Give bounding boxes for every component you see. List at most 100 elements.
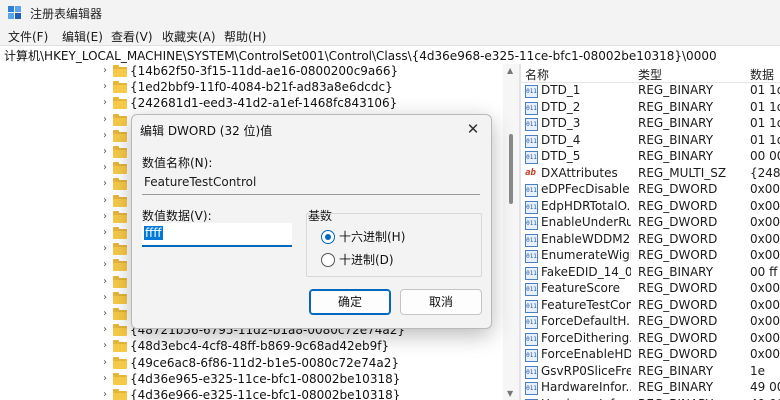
ok-button[interactable]: 确定 — [309, 289, 391, 315]
tree-item-label[interactable]: {49ce6ac8-6f86-11d2-b1e5-0080c72e74a2} — [130, 356, 399, 370]
address-path[interactable]: 计算机\HKEY_LOCAL_MACHINE\SYSTEM\ControlSet… — [4, 47, 717, 64]
cancel-button[interactable]: 取消 — [400, 289, 482, 315]
value-row[interactable]: 011HardwareInfor...REG_BINARY49 00 — [521, 397, 780, 400]
tree-item-label[interactable]: {242681d1-eed3-41d2-a1ef-1468fc843106} — [130, 96, 397, 110]
menu-help[interactable]: 帮助(H) — [224, 28, 266, 45]
value-name: ForceDithering... — [541, 330, 631, 345]
edit-dword-dialog: 编辑 DWORD (32 位)值 ✕ 数值名称(N): FeatureTestC… — [131, 114, 492, 329]
folder-icon — [113, 308, 127, 320]
scroll-up-arrow-icon[interactable]: ▲ — [507, 66, 513, 75]
tree-item[interactable]: › {4d36e965-e325-11ce-bfc1-08002be10318} — [0, 372, 519, 388]
chevron-right-icon[interactable]: › — [103, 259, 107, 270]
value-name: EdpHDRTotalO... — [541, 198, 631, 213]
value-row[interactable]: 011ForceDithering... REG_DWORD 0x000 — [521, 331, 780, 347]
value-data-input[interactable]: ffff — [142, 223, 292, 247]
value-row[interactable]: 011DTD_5 REG_BINARY 00 00 — [521, 149, 780, 165]
value-row[interactable]: 011ForceEnableHD... REG_DWORD 0x000 — [521, 347, 780, 363]
value-data-label: 数值数据(V): — [142, 209, 212, 223]
chevron-right-icon[interactable]: › — [103, 373, 107, 384]
value-data-text[interactable]: ffff — [144, 226, 163, 240]
scroll-down-arrow-icon[interactable]: ▼ — [507, 389, 513, 398]
folder-icon — [113, 340, 127, 353]
tree-item[interactable]: › {1ed2bbf9-11f0-4084-b21f-ad83a8e6dcdc} — [0, 80, 519, 96]
value-row[interactable]: 011DTD_4 REG_BINARY 01 1d — [521, 133, 780, 149]
value-row[interactable]: 011HardwareInfor...REG_BINARY49 00 — [521, 380, 780, 396]
value-row[interactable]: 011ForceDefaultH... REG_DWORD 0x000 — [521, 314, 780, 330]
value-name: EnableWDDM21 — [541, 231, 631, 246]
value-row[interactable]: 011eDPFecDisable REG_DWORD 0x000 — [521, 182, 780, 198]
value-row[interactable]: ab DXAttributes REG_MULTI_SZ {248E — [521, 166, 780, 182]
address-bar[interactable]: 计算机\HKEY_LOCAL_MACHINE\SYSTEM\ControlSet… — [0, 45, 780, 65]
value-row[interactable]: 011GsvRP0SliceFre... REG_BINARY 1e — [521, 364, 780, 380]
scrollbar-thumb[interactable] — [509, 134, 513, 204]
folder-icon — [113, 210, 127, 223]
tree-item-label[interactable]: {4d36e966-e325-11ce-bfc1-08002be10318} — [130, 388, 400, 400]
close-icon[interactable]: ✕ — [462, 119, 484, 139]
tree-item-label[interactable]: {4d36e965-e325-11ce-bfc1-08002be10318} — [130, 372, 400, 386]
chevron-right-icon[interactable]: › — [103, 357, 107, 368]
column-data[interactable]: 数据 — [750, 66, 774, 83]
folder-icon — [113, 194, 127, 207]
chevron-right-icon[interactable]: › — [103, 146, 107, 157]
value-name: FeatureScore — [541, 281, 620, 295]
chevron-right-icon[interactable]: › — [103, 97, 107, 108]
chevron-right-icon[interactable]: › — [103, 276, 107, 287]
tree-item-label[interactable]: {1ed2bbf9-11f0-4084-b21f-ad83a8e6dcdc} — [130, 80, 393, 94]
values-list[interactable]: 名称 类型 数据 011DTD_1REG_BINARY01 1d011DTD_2… — [521, 64, 780, 400]
chevron-right-icon[interactable]: › — [103, 130, 107, 141]
value-name-field: FeatureTestControl — [142, 172, 480, 195]
value-name: GsvRP0SliceFre... — [541, 363, 631, 378]
value-row[interactable]: 011DTD_3 REG_BINARY 01 1d — [521, 116, 780, 132]
value-type: REG_DWORD — [638, 347, 718, 361]
menu-favorites[interactable]: 收藏夹(A) — [162, 28, 216, 45]
chevron-right-icon[interactable]: › — [103, 227, 107, 238]
chevron-right-icon[interactable]: › — [103, 195, 107, 206]
value-type: REG_DWORD — [638, 182, 718, 196]
tree-scrollbar[interactable]: ▲ ▼ — [503, 64, 519, 400]
value-row[interactable]: 011DTD_2 REG_BINARY 01 1d — [521, 100, 780, 116]
value-row[interactable]: 011EnableUnderRu... REG_DWORD 0x000 — [521, 215, 780, 231]
tree-item[interactable]: › {242681d1-eed3-41d2-a1ef-1468fc843106} — [0, 96, 519, 112]
value-type: REG_DWORD — [638, 330, 718, 345]
tree-item[interactable]: › {48d3ebc4-4cf8-48ff-b869-9c68ad42eb9f} — [0, 339, 519, 355]
chevron-right-icon[interactable]: › — [103, 389, 107, 400]
tree-item[interactable]: › {4d36e966-e325-11ce-bfc1-08002be10318} — [0, 388, 519, 400]
chevron-right-icon[interactable]: › — [103, 178, 107, 189]
tree-item[interactable]: › {14b62f50-3f15-11dd-ae16-0800200c9a66} — [0, 64, 519, 80]
binary-value-icon: 011 — [525, 151, 538, 164]
tree-item[interactable]: › {49ce6ac8-6f86-11d2-b1e5-0080c72e74a2} — [0, 356, 519, 372]
value-row[interactable]: 011DTD_1 REG_BINARY 01 1d — [521, 83, 780, 99]
chevron-right-icon[interactable]: › — [103, 308, 107, 319]
chevron-right-icon[interactable]: › — [103, 81, 107, 92]
value-data: 01 1d — [750, 99, 780, 114]
menu-view[interactable]: 查看(V) — [111, 28, 153, 45]
column-type[interactable]: 类型 — [638, 66, 662, 83]
value-data: 01 1d — [750, 83, 780, 97]
value-type: REG_DWORD — [638, 297, 718, 312]
value-row[interactable]: 011FeatureTestCon... REG_DWORD 0x000 — [521, 298, 780, 314]
value-row[interactable]: 011EnableWDDM21 REG_DWORD 0x000 — [521, 232, 780, 248]
chevron-right-icon[interactable]: › — [103, 243, 107, 254]
chevron-right-icon[interactable]: › — [103, 324, 107, 335]
chevron-right-icon[interactable]: › — [103, 114, 107, 125]
chevron-right-icon[interactable]: › — [103, 65, 107, 76]
value-row[interactable]: 011EdpHDRTotalO... REG_DWORD 0x000 — [521, 199, 780, 215]
registry-editor-icon — [8, 6, 21, 19]
radio-hex-label[interactable]: 十六进制(H) — [339, 228, 405, 245]
menu-edit[interactable]: 编辑(E) — [62, 28, 103, 45]
column-name[interactable]: 名称 — [525, 66, 549, 83]
chevron-right-icon[interactable]: › — [103, 211, 107, 222]
chevron-right-icon[interactable]: › — [103, 162, 107, 173]
radio-hex[interactable] — [321, 230, 335, 244]
tree-item-label[interactable]: {14b62f50-3f15-11dd-ae16-0800200c9a66} — [130, 64, 398, 78]
radio-decimal-label[interactable]: 十进制(D) — [339, 251, 394, 268]
menu-file[interactable]: 文件(F) — [8, 28, 48, 45]
tree-item-label[interactable]: {48d3ebc4-4cf8-48ff-b869-9c68ad42eb9f} — [130, 339, 389, 353]
value-row[interactable]: 011EnumerateWigi... REG_DWORD 0x000 — [521, 248, 780, 264]
chevron-right-icon[interactable]: › — [103, 292, 107, 303]
chevron-right-icon[interactable]: › — [103, 340, 107, 351]
folder-icon — [113, 227, 127, 239]
value-row[interactable]: 011FeatureScore REG_DWORD 0x000 — [521, 281, 780, 297]
value-row[interactable]: 011FakeEDID_14_0... REG_BINARY 00 ff f — [521, 265, 780, 281]
radio-decimal[interactable] — [321, 253, 335, 267]
